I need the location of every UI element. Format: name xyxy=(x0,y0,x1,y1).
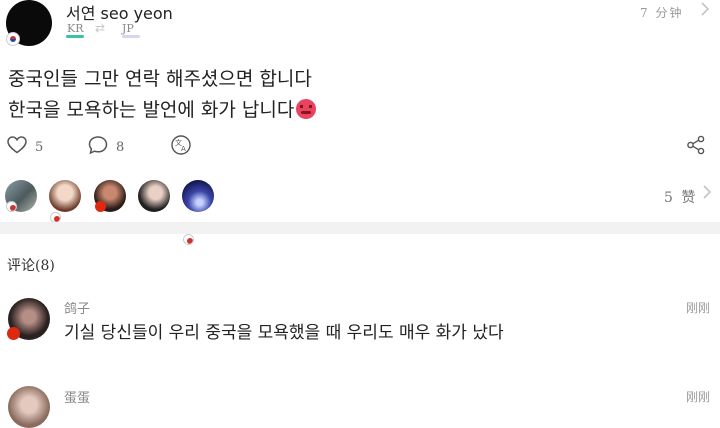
china-flag-icon xyxy=(7,327,20,340)
korea-flag-icon xyxy=(6,32,20,46)
likers-avatars[interactable] xyxy=(5,180,214,245)
like-button[interactable]: 5 xyxy=(7,134,43,160)
post-text-line-2-text: 한국을 모욕하는 발언에 화가 납니다 xyxy=(8,99,295,121)
liker-avatar[interactable] xyxy=(182,180,214,212)
heart-icon xyxy=(7,136,27,158)
section-divider xyxy=(0,222,720,234)
chevron-right-icon[interactable] xyxy=(702,184,712,204)
post-text-line-1: 중국인들 그만 연락 해주셨으면 합니다 xyxy=(8,68,312,90)
japan-flag-icon xyxy=(6,201,17,212)
share-icon xyxy=(686,135,706,159)
liker-avatar[interactable] xyxy=(49,180,81,212)
native-language-label: KR xyxy=(67,22,84,35)
japan-flag-icon xyxy=(183,234,194,245)
comment-text: 기실 당신들이 우리 중국을 모욕했을 때 우리도 매우 화가 났다 xyxy=(64,323,504,343)
learning-language-label: JP xyxy=(122,22,134,35)
comment-button[interactable]: 8 xyxy=(88,134,124,160)
native-language-level-bar xyxy=(66,35,84,38)
comment-author-avatar[interactable] xyxy=(8,386,50,428)
chevron-right-icon[interactable] xyxy=(700,1,710,22)
comment-author-name[interactable]: 蛋蛋 xyxy=(64,387,90,406)
comments-header: 评论(8) xyxy=(7,258,55,274)
translate-icon: 文 A xyxy=(170,134,192,160)
comment-bubble-icon xyxy=(88,135,108,159)
learning-language-level-bar xyxy=(122,35,140,38)
china-flag-icon xyxy=(95,201,106,212)
svg-text:A: A xyxy=(181,145,186,153)
post-text-line-2: 한국을 모욕하는 발언에 화가 납니다 xyxy=(8,95,317,122)
exchange-arrows-icon: ⇄ xyxy=(95,21,106,35)
share-button[interactable] xyxy=(686,134,706,160)
post-timestamp: 7 分钟 xyxy=(640,6,684,20)
like-count: 5 xyxy=(35,139,44,155)
comment-count: 8 xyxy=(116,139,125,155)
comment-timestamp: 刚刚 xyxy=(686,390,711,404)
likes-summary[interactable]: 5 赞 xyxy=(664,187,697,207)
angry-face-icon xyxy=(296,99,317,119)
comment-author-name[interactable]: 鸽子 xyxy=(64,298,90,317)
translate-button[interactable]: 文 A xyxy=(170,134,192,160)
comment-timestamp: 刚刚 xyxy=(686,301,711,315)
author-username[interactable]: 서연 seo yeon xyxy=(66,0,173,24)
liker-avatar[interactable] xyxy=(138,180,170,212)
